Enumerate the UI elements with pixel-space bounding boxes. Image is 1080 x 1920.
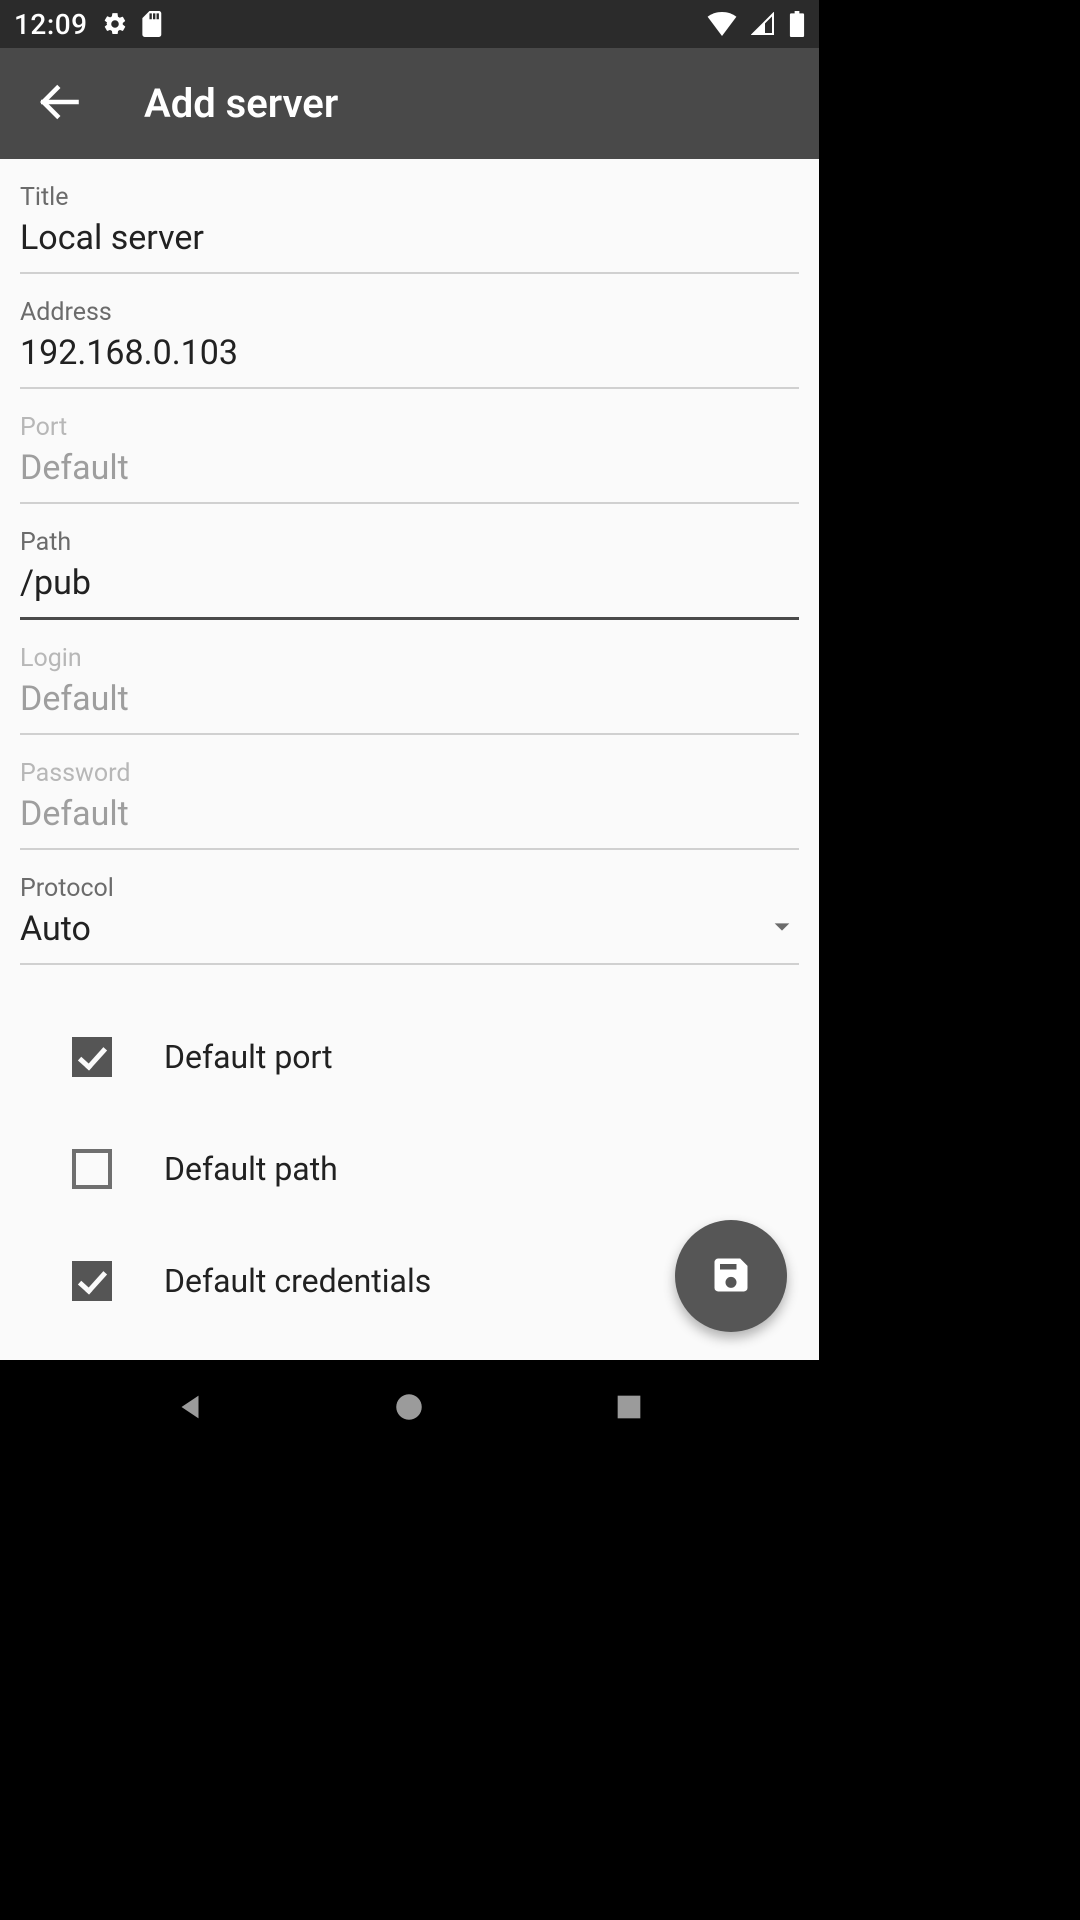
save-button[interactable] [675, 1220, 787, 1332]
checkbox-icon [72, 1261, 112, 1301]
system-nav-bar [0, 1360, 819, 1456]
nav-back-button[interactable] [158, 1376, 222, 1440]
field-password-label: Password [20, 759, 799, 788]
field-title: Title [20, 159, 799, 274]
cell-signal-icon [751, 12, 775, 36]
check-default-port-label: Default port [164, 1038, 333, 1076]
check-default-path[interactable]: Default path [72, 1113, 799, 1225]
field-protocol[interactable]: Protocol Auto [20, 850, 799, 965]
check-default-port[interactable]: Default port [72, 1001, 799, 1113]
gear-icon [102, 11, 128, 37]
field-port: Port [20, 389, 799, 504]
status-right [707, 11, 805, 37]
protocol-value: Auto [20, 909, 91, 949]
sd-card-icon [142, 11, 164, 37]
path-input[interactable] [20, 561, 799, 617]
field-protocol-label: Protocol [20, 874, 799, 903]
login-input [20, 677, 799, 733]
save-icon [709, 1253, 753, 1300]
status-time: 12:09 [14, 8, 88, 41]
field-path: Path [20, 504, 799, 620]
app-bar: Add server [0, 48, 819, 159]
field-path-label: Path [20, 528, 799, 557]
battery-icon [789, 11, 805, 37]
checkbox-icon [72, 1037, 112, 1077]
page-title: Add server [144, 80, 338, 127]
field-password: Password [20, 735, 799, 850]
square-recent-icon [612, 1390, 646, 1427]
arrow-left-icon [38, 81, 80, 126]
nav-recent-button[interactable] [597, 1376, 661, 1440]
field-login-label: Login [20, 644, 799, 673]
nav-home-button[interactable] [377, 1376, 441, 1440]
field-title-label: Title [20, 183, 799, 212]
status-bar: 12:09 [0, 0, 819, 48]
title-input[interactable] [20, 216, 799, 272]
circle-home-icon [392, 1390, 426, 1427]
chevron-down-icon [771, 916, 793, 942]
field-port-label: Port [20, 413, 799, 442]
field-address: Address [20, 274, 799, 389]
back-button[interactable] [30, 75, 88, 133]
address-input[interactable] [20, 331, 799, 387]
form-content: Title Address Port Path Login Password P… [0, 159, 819, 1360]
field-login: Login [20, 620, 799, 735]
checkbox-icon [72, 1149, 112, 1189]
status-left: 12:09 [14, 8, 164, 41]
port-input [20, 446, 799, 502]
wifi-icon [707, 12, 737, 36]
check-default-credentials-label: Default credentials [164, 1262, 431, 1300]
check-default-path-label: Default path [164, 1150, 338, 1188]
field-address-label: Address [20, 298, 799, 327]
password-input [20, 792, 799, 848]
triangle-back-icon [173, 1390, 207, 1427]
